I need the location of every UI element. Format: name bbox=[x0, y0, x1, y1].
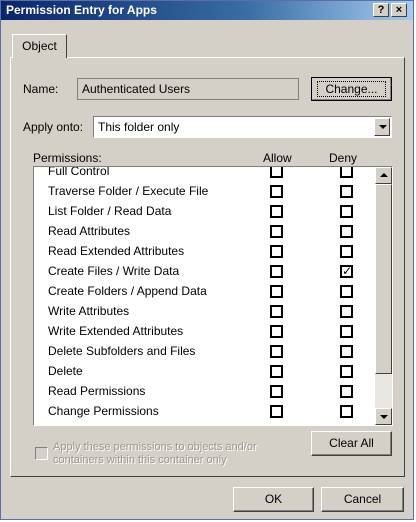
permission-row: Create Folders / Append Data bbox=[34, 281, 374, 301]
permission-row: Read Extended Attributes bbox=[34, 241, 374, 261]
permission-name: Create Folders / Append Data bbox=[48, 284, 207, 298]
deny-checkbox[interactable] bbox=[340, 405, 353, 418]
deny-checkbox[interactable] bbox=[340, 245, 353, 258]
permission-row: Traverse Folder / Execute File bbox=[34, 181, 374, 201]
permission-row: Change Permissions bbox=[34, 401, 374, 421]
deny-checkbox[interactable] bbox=[340, 167, 353, 178]
allow-checkbox[interactable] bbox=[270, 185, 283, 198]
allow-checkbox[interactable] bbox=[270, 285, 283, 298]
scroll-up-button[interactable] bbox=[375, 167, 392, 184]
deny-header: Deny bbox=[329, 151, 358, 165]
deny-checkbox[interactable] bbox=[340, 325, 353, 338]
permission-row: List Folder / Read Data bbox=[34, 201, 374, 221]
permission-name: Create Files / Write Data bbox=[48, 264, 180, 278]
allow-checkbox[interactable] bbox=[270, 345, 283, 358]
deny-checkbox[interactable] bbox=[340, 285, 353, 298]
permissions-list: Full Control Traverse Folder / Execute Fi… bbox=[33, 166, 393, 426]
permissions-header: Permissions: bbox=[33, 151, 102, 165]
permission-row: Full Control bbox=[34, 166, 374, 181]
permission-row: Delete Subfolders and Files bbox=[34, 341, 374, 361]
permission-name: Traverse Folder / Execute File bbox=[48, 184, 209, 198]
allow-checkbox[interactable] bbox=[270, 365, 283, 378]
apply-onto-label: Apply onto: bbox=[23, 120, 84, 134]
deny-checkbox[interactable] bbox=[340, 205, 353, 218]
apply-to-children-line2: containers within this container only bbox=[53, 454, 227, 466]
dropdown-button[interactable] bbox=[374, 118, 390, 136]
allow-checkbox[interactable] bbox=[270, 385, 283, 398]
permission-row: Delete bbox=[34, 361, 374, 381]
permission-name: Write Extended Attributes bbox=[48, 324, 184, 338]
allow-checkbox[interactable] bbox=[270, 265, 283, 278]
cancel-button[interactable]: Cancel bbox=[321, 487, 404, 512]
allow-header: Allow bbox=[263, 151, 292, 165]
name-label: Name: bbox=[23, 82, 59, 96]
arrow-down-icon bbox=[380, 415, 388, 419]
scrollbar[interactable] bbox=[375, 167, 392, 425]
permission-row: Read Attributes bbox=[34, 221, 374, 241]
change-button[interactable]: Change... bbox=[311, 77, 392, 101]
permission-name: Delete bbox=[48, 364, 83, 378]
name-field: Authenticated Users bbox=[77, 78, 299, 100]
permission-name: Delete Subfolders and Files bbox=[48, 344, 196, 358]
permission-row: Create Files / Write Data ✓ bbox=[34, 261, 374, 281]
permission-row: Write Extended Attributes bbox=[34, 321, 374, 341]
permission-name: Full Control bbox=[48, 166, 110, 178]
allow-checkbox[interactable] bbox=[270, 405, 283, 418]
tab-object[interactable]: Object bbox=[12, 34, 67, 58]
close-button[interactable]: × bbox=[391, 3, 407, 17]
deny-checkbox[interactable] bbox=[340, 225, 353, 238]
deny-checkbox[interactable] bbox=[340, 185, 353, 198]
allow-checkbox[interactable] bbox=[270, 225, 283, 238]
focus-rect bbox=[317, 81, 386, 97]
apply-onto-select[interactable]: This folder only bbox=[93, 116, 392, 138]
permission-name: Read Attributes bbox=[48, 224, 131, 238]
deny-checkbox[interactable] bbox=[340, 365, 353, 378]
allow-checkbox[interactable] bbox=[270, 205, 283, 218]
window-title: Permission Entry for Apps bbox=[6, 3, 157, 17]
clear-all-button[interactable]: Clear All bbox=[311, 431, 392, 456]
ok-button[interactable]: OK bbox=[233, 487, 314, 512]
permission-entry-dialog: Permission Entry for Apps ? × Object Nam… bbox=[0, 0, 414, 520]
apply-to-children-line1: Apply these permissions to objects and/o… bbox=[53, 441, 257, 453]
permission-name: Read Permissions bbox=[48, 384, 146, 398]
permission-name: Write Attributes bbox=[48, 304, 130, 318]
allow-checkbox[interactable] bbox=[270, 167, 283, 178]
title-bar: Permission Entry for Apps ? × bbox=[1, 1, 413, 20]
allow-checkbox[interactable] bbox=[270, 245, 283, 258]
apply-onto-value: This folder only bbox=[98, 120, 180, 134]
arrow-up-icon bbox=[380, 173, 388, 177]
scroll-thumb[interactable] bbox=[375, 184, 392, 374]
apply-to-children-checkbox[interactable] bbox=[35, 447, 48, 460]
deny-checkbox[interactable] bbox=[340, 305, 353, 318]
permission-name: List Folder / Read Data bbox=[48, 204, 172, 218]
deny-checkbox[interactable] bbox=[340, 345, 353, 358]
deny-checkbox[interactable] bbox=[340, 385, 353, 398]
allow-checkbox[interactable] bbox=[270, 305, 283, 318]
help-button[interactable]: ? bbox=[373, 3, 389, 17]
scroll-down-button[interactable] bbox=[375, 408, 392, 425]
deny-checkbox[interactable]: ✓ bbox=[340, 265, 353, 278]
allow-checkbox[interactable] bbox=[270, 325, 283, 338]
tab-object-label: Object bbox=[22, 39, 57, 53]
permission-row: Read Permissions bbox=[34, 381, 374, 401]
chevron-down-icon bbox=[379, 125, 387, 129]
permission-name: Change Permissions bbox=[48, 404, 159, 418]
permission-name: Read Extended Attributes bbox=[48, 244, 185, 258]
permission-row: Write Attributes bbox=[34, 301, 374, 321]
